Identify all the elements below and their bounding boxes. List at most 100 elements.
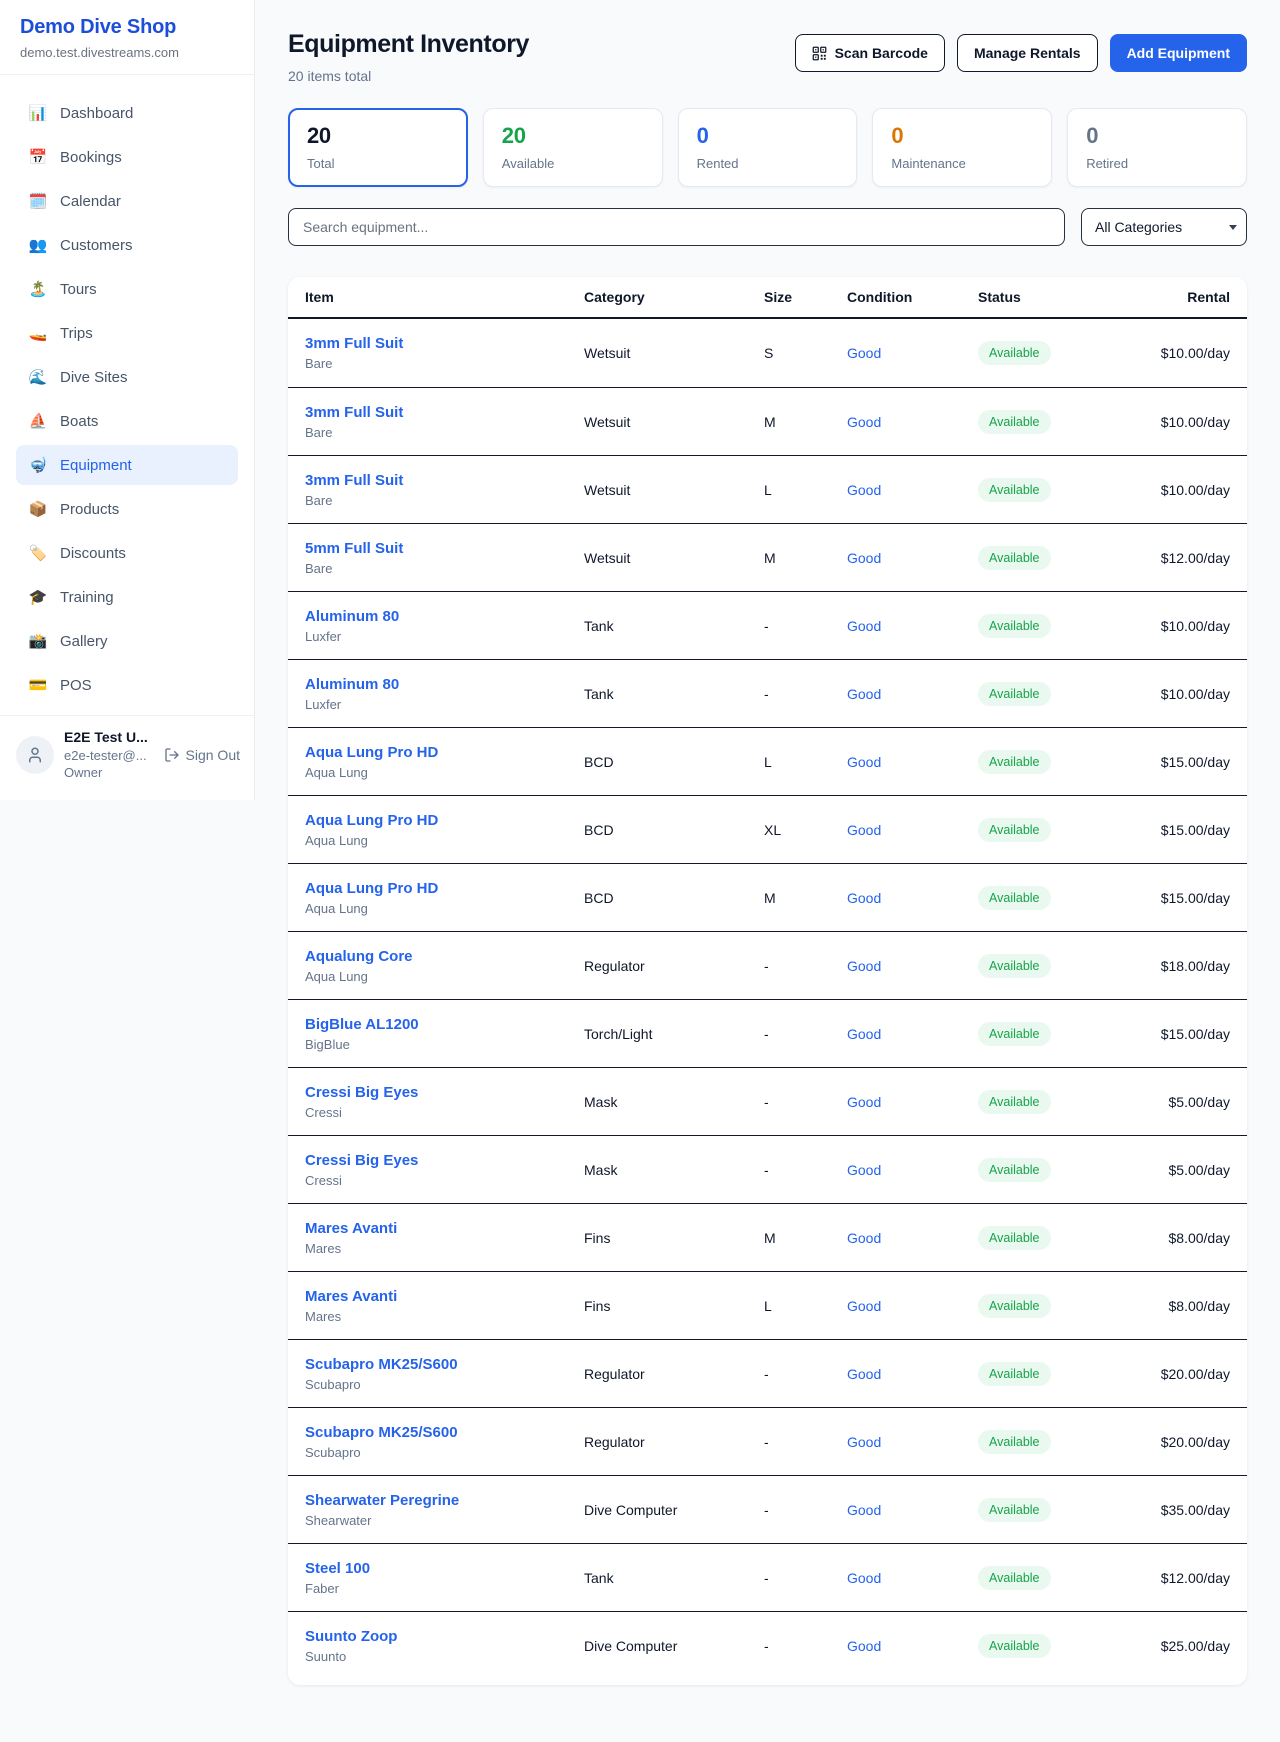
item-cell: Steel 100Faber [305, 1560, 584, 1596]
category-select[interactable]: All Categories [1081, 208, 1247, 246]
item-name-link[interactable]: Aqua Lung Pro HD [305, 812, 584, 829]
item-condition-link[interactable]: Good [847, 414, 978, 430]
table-row[interactable]: Cressi Big EyesCressiMask-GoodAvailable$… [288, 1135, 1247, 1203]
sidebar-item-customers[interactable]: 👥Customers [16, 225, 238, 265]
item-condition-link[interactable]: Good [847, 1638, 978, 1654]
status-badge: Available [978, 886, 1051, 910]
table-row[interactable]: Cressi Big EyesCressiMask-GoodAvailable$… [288, 1067, 1247, 1135]
stat-card-maintenance[interactable]: 0Maintenance [872, 108, 1052, 187]
item-condition-link[interactable]: Good [847, 754, 978, 770]
item-name-link[interactable]: Suunto Zoop [305, 1628, 584, 1645]
table-body: 3mm Full SuitBareWetsuitSGoodAvailable$1… [288, 319, 1247, 1679]
item-condition-link[interactable]: Good [847, 1298, 978, 1314]
sidebar-item-tours[interactable]: 🏝️Tours [16, 269, 238, 309]
table-row[interactable]: Mares AvantiMaresFinsLGoodAvailable$8.00… [288, 1271, 1247, 1339]
item-condition-link[interactable]: Good [847, 1162, 978, 1178]
item-name-link[interactable]: Aluminum 80 [305, 676, 584, 693]
scan-barcode-button[interactable]: Scan Barcode [795, 34, 945, 72]
item-condition-link[interactable]: Good [847, 345, 978, 361]
item-condition-link[interactable]: Good [847, 1570, 978, 1586]
table-row[interactable]: Aluminum 80LuxferTank-GoodAvailable$10.0… [288, 591, 1247, 659]
table-row[interactable]: Scubapro MK25/S600ScubaproRegulator-Good… [288, 1407, 1247, 1475]
sidebar-item-discounts[interactable]: 🏷️Discounts [16, 533, 238, 573]
item-name-link[interactable]: Mares Avanti [305, 1288, 584, 1305]
manage-rentals-button[interactable]: Manage Rentals [957, 34, 1098, 72]
table-row[interactable]: 3mm Full SuitBareWetsuitLGoodAvailable$1… [288, 455, 1247, 523]
item-name-link[interactable]: Scubapro MK25/S600 [305, 1424, 584, 1441]
sidebar-item-calendar[interactable]: 🗓️Calendar [16, 181, 238, 221]
item-condition-link[interactable]: Good [847, 958, 978, 974]
item-condition-link[interactable]: Good [847, 890, 978, 906]
sidebar-item-gallery[interactable]: 📸Gallery [16, 621, 238, 661]
item-condition-link[interactable]: Good [847, 618, 978, 634]
item-size: - [764, 1502, 847, 1518]
stat-card-available[interactable]: 20Available [483, 108, 663, 187]
item-rental: $10.00/day [1128, 345, 1230, 361]
table-row[interactable]: Shearwater PeregrineShearwaterDive Compu… [288, 1475, 1247, 1543]
table-row[interactable]: Aqua Lung Pro HDAqua LungBCDXLGoodAvaila… [288, 795, 1247, 863]
table-row[interactable]: Aluminum 80LuxferTank-GoodAvailable$10.0… [288, 659, 1247, 727]
search-input[interactable] [288, 208, 1065, 246]
table-row[interactable]: Aqualung CoreAqua LungRegulator-GoodAvai… [288, 931, 1247, 999]
stat-card-total[interactable]: 20Total [288, 108, 468, 187]
stat-card-rented[interactable]: 0Rented [678, 108, 858, 187]
sign-out-button[interactable]: Sign Out [164, 747, 240, 763]
item-name-link[interactable]: Aluminum 80 [305, 608, 584, 625]
item-condition-link[interactable]: Good [847, 1434, 978, 1450]
table-row[interactable]: Scubapro MK25/S600ScubaproRegulator-Good… [288, 1339, 1247, 1407]
item-condition-link[interactable]: Good [847, 1026, 978, 1042]
stat-label: Retired [1086, 156, 1228, 171]
item-name-link[interactable]: Steel 100 [305, 1560, 584, 1577]
item-condition-link[interactable]: Good [847, 1094, 978, 1110]
item-name-link[interactable]: BigBlue AL1200 [305, 1016, 584, 1033]
item-name-link[interactable]: 3mm Full Suit [305, 335, 584, 352]
sidebar-item-label: Equipment [60, 457, 132, 474]
item-condition-link[interactable]: Good [847, 686, 978, 702]
sidebar-item-trips[interactable]: 🚤Trips [16, 313, 238, 353]
item-condition-link[interactable]: Good [847, 822, 978, 838]
item-name-link[interactable]: 3mm Full Suit [305, 404, 584, 421]
sidebar-item-dive-sites[interactable]: 🌊Dive Sites [16, 357, 238, 397]
item-name-link[interactable]: Shearwater Peregrine [305, 1492, 584, 1509]
item-rental: $15.00/day [1128, 754, 1230, 770]
item-name-link[interactable]: Scubapro MK25/S600 [305, 1356, 584, 1373]
sidebar-item-training[interactable]: 🎓Training [16, 577, 238, 617]
table-row[interactable]: Aqua Lung Pro HDAqua LungBCDLGoodAvailab… [288, 727, 1247, 795]
discounts-icon: 🏷️ [28, 544, 48, 562]
sidebar-item-boats[interactable]: ⛵Boats [16, 401, 238, 441]
item-name-link[interactable]: Cressi Big Eyes [305, 1152, 584, 1169]
item-name-link[interactable]: Cressi Big Eyes [305, 1084, 584, 1101]
item-name-link[interactable]: 5mm Full Suit [305, 540, 584, 557]
item-cell: Mares AvantiMares [305, 1220, 584, 1256]
item-rental: $35.00/day [1128, 1502, 1230, 1518]
table-row[interactable]: 5mm Full SuitBareWetsuitMGoodAvailable$1… [288, 523, 1247, 591]
table-row[interactable]: 3mm Full SuitBareWetsuitMGoodAvailable$1… [288, 387, 1247, 455]
add-equipment-button[interactable]: Add Equipment [1110, 34, 1247, 72]
item-brand: Aqua Lung [305, 765, 584, 780]
item-name-link[interactable]: Mares Avanti [305, 1220, 584, 1237]
item-name-link[interactable]: Aqualung Core [305, 948, 584, 965]
table-row[interactable]: Aqua Lung Pro HDAqua LungBCDMGoodAvailab… [288, 863, 1247, 931]
item-condition-link[interactable]: Good [847, 550, 978, 566]
sidebar-item-products[interactable]: 📦Products [16, 489, 238, 529]
item-name-link[interactable]: Aqua Lung Pro HD [305, 880, 584, 897]
table-row[interactable]: Steel 100FaberTank-GoodAvailable$12.00/d… [288, 1543, 1247, 1611]
sidebar-item-bookings[interactable]: 📅Bookings [16, 137, 238, 177]
status-badge: Available [978, 1498, 1051, 1522]
table-row[interactable]: BigBlue AL1200BigBlueTorch/Light-GoodAva… [288, 999, 1247, 1067]
table-row[interactable]: Mares AvantiMaresFinsMGoodAvailable$8.00… [288, 1203, 1247, 1271]
stat-card-retired[interactable]: 0Retired [1067, 108, 1247, 187]
item-condition-link[interactable]: Good [847, 1502, 978, 1518]
item-condition-link[interactable]: Good [847, 482, 978, 498]
table-row[interactable]: 3mm Full SuitBareWetsuitSGoodAvailable$1… [288, 319, 1247, 387]
sidebar-item-pos[interactable]: 💳POS [16, 665, 238, 705]
item-condition-link[interactable]: Good [847, 1230, 978, 1246]
sidebar-item-dashboard[interactable]: 📊Dashboard [16, 93, 238, 133]
item-name-link[interactable]: Aqua Lung Pro HD [305, 744, 584, 761]
sidebar-item-equipment[interactable]: 🤿Equipment [16, 445, 238, 485]
table-row[interactable]: Suunto ZoopSuuntoDive Computer-GoodAvail… [288, 1611, 1247, 1679]
shop-name-link[interactable]: Demo Dive Shop [20, 16, 234, 39]
item-rental: $20.00/day [1128, 1434, 1230, 1450]
item-name-link[interactable]: 3mm Full Suit [305, 472, 584, 489]
item-condition-link[interactable]: Good [847, 1366, 978, 1382]
